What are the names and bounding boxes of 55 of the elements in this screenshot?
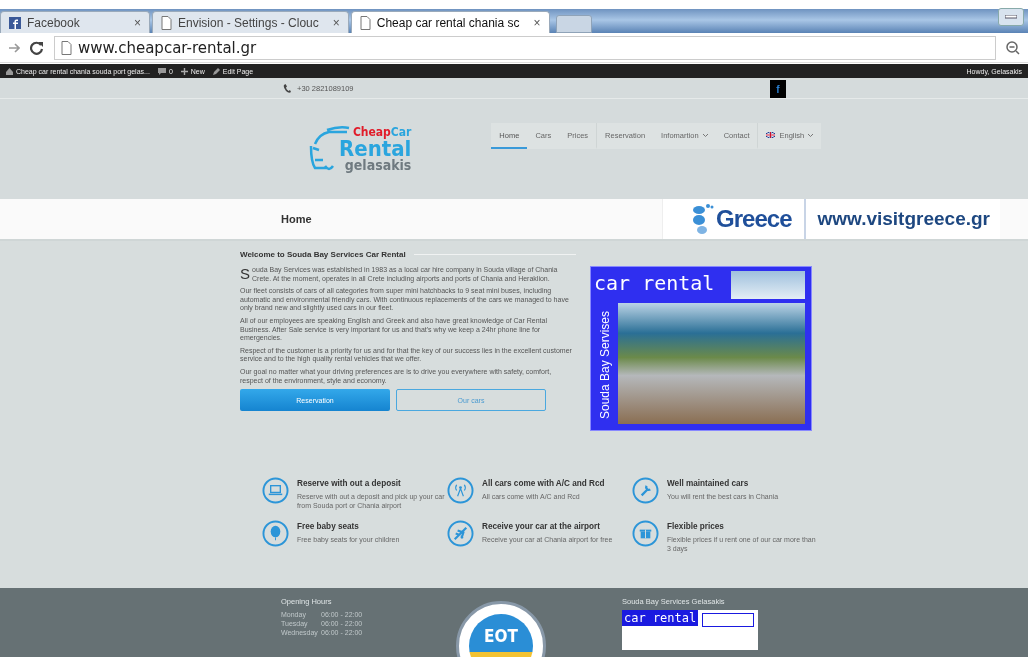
facebook-link[interactable]: f xyxy=(770,80,786,98)
flag-icon xyxy=(766,132,776,138)
seal-text: EOT xyxy=(484,626,518,648)
pencil-icon xyxy=(212,67,220,75)
close-icon[interactable]: × xyxy=(134,15,141,30)
banner-text: Greece xyxy=(716,205,792,233)
tourism-banner[interactable]: Greece www.visitgreece.gr xyxy=(662,199,1000,239)
gift-icon xyxy=(632,520,659,547)
feature-title: Flexible prices xyxy=(667,522,725,531)
reload-icon xyxy=(30,40,44,55)
antenna-icon xyxy=(447,477,474,504)
address-field[interactable]: www.cheapcar-rental.gr xyxy=(54,35,996,60)
logo-text: Rental xyxy=(339,138,412,160)
card-title: car rental xyxy=(622,610,699,626)
minimize-button[interactable] xyxy=(998,7,1024,26)
plus-icon xyxy=(180,67,188,75)
page-icon xyxy=(161,15,172,30)
logo-text: Cheap xyxy=(352,126,391,138)
drop-cap: S xyxy=(240,266,250,281)
image-caption: Souda Bay Servises xyxy=(598,310,612,420)
page-icon xyxy=(359,15,371,30)
facebook-icon xyxy=(9,16,21,29)
new-tab-button[interactable] xyxy=(555,15,592,33)
logo-text: gelasakis xyxy=(344,158,412,172)
plane-icon xyxy=(447,520,474,547)
chevron-down-icon xyxy=(702,133,708,137)
page-title: Home xyxy=(281,213,312,225)
feature-title: Receive your car at the airport xyxy=(482,522,601,531)
browser-tab[interactable]: Cheap car rental chania sc × xyxy=(350,11,550,33)
wrench-icon xyxy=(632,477,659,504)
forward-icon xyxy=(8,41,20,54)
close-icon[interactable]: × xyxy=(533,15,541,30)
zoom-out-icon xyxy=(1006,40,1020,55)
comment-icon xyxy=(157,67,166,75)
feature-title: Well maintained cars xyxy=(667,479,750,488)
banner-text: www.visitgreece.gr xyxy=(817,208,990,230)
footprint-icon xyxy=(693,204,715,234)
url-text: www.cheapcar-rental.gr xyxy=(78,38,257,57)
house-icon xyxy=(6,67,13,75)
browser-tab[interactable]: Envision - Settings - Clouc × xyxy=(152,11,349,33)
close-icon[interactable]: × xyxy=(332,15,340,30)
browser-tab[interactable]: Facebook × xyxy=(0,11,150,33)
laptop-icon xyxy=(262,477,289,504)
section-heading: Welcome to Souda Bay Services Car Rental xyxy=(240,250,406,259)
contact-details-box xyxy=(702,613,754,627)
feature-title: Free baby seats xyxy=(297,522,360,531)
feature-title: All cars come with A/C and Rcd xyxy=(482,479,606,488)
chevron-down-icon xyxy=(808,133,814,137)
balloon-icon xyxy=(262,520,289,547)
image-caption: car rental xyxy=(594,269,715,297)
phone-icon xyxy=(283,83,292,93)
logo-text: Car xyxy=(390,126,412,138)
minimize-icon xyxy=(1005,14,1017,19)
page-icon xyxy=(61,40,72,55)
feature-title: Reserve with out a deposit xyxy=(297,479,402,488)
